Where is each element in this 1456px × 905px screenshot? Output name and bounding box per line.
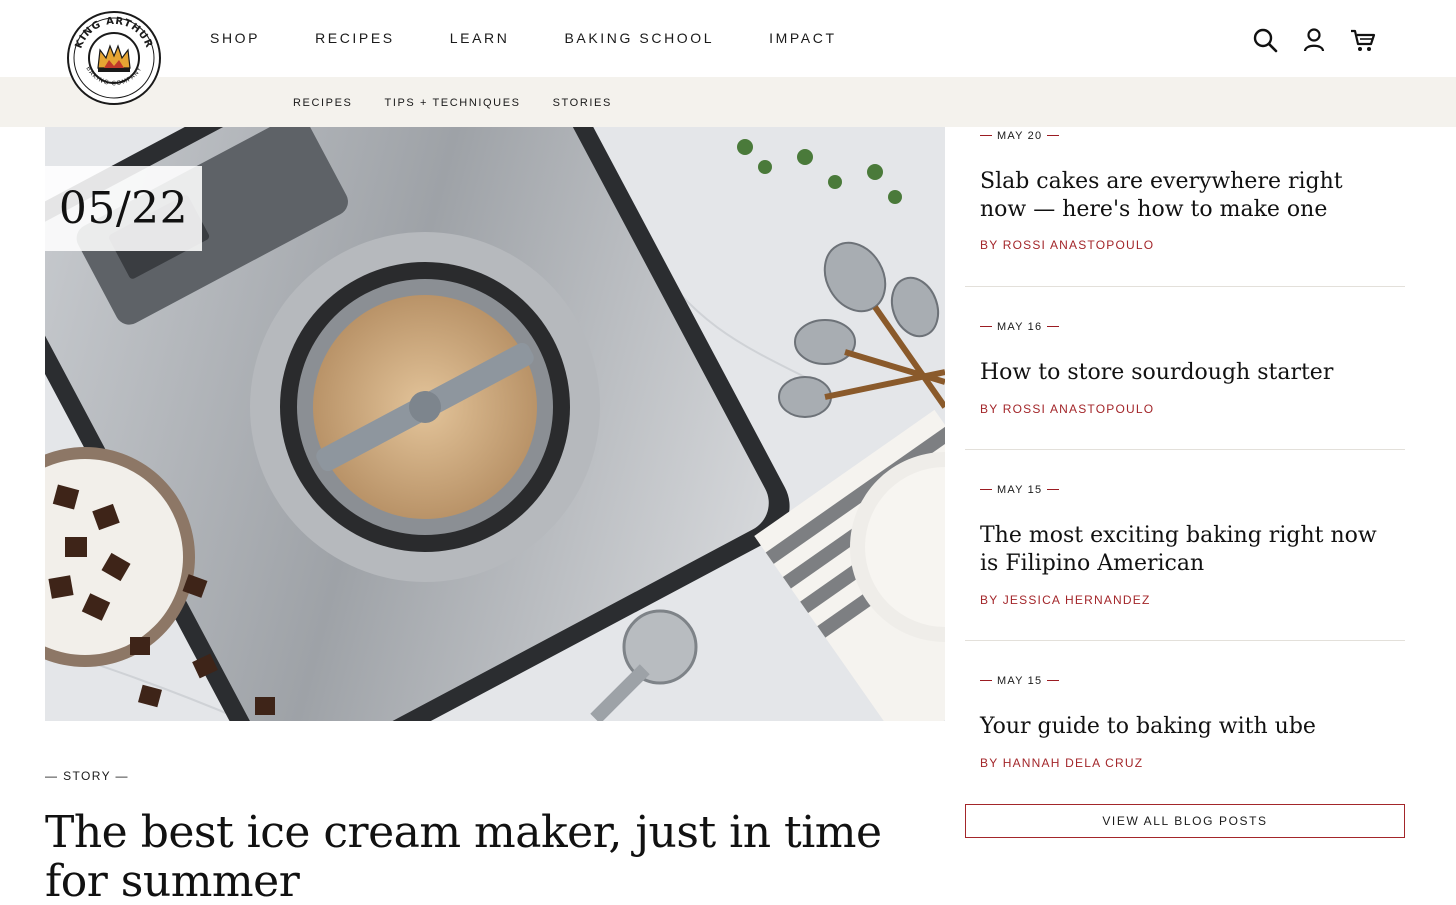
post-date: MAY 16 xyxy=(980,321,1059,333)
post-author[interactable]: BY ROSSI ANASTOPOULO xyxy=(980,402,1154,416)
featured-date: 05/22 xyxy=(58,183,189,234)
blog-post-item[interactable]: MAY 15 The most exciting baking right no… xyxy=(965,450,1405,640)
featured-date-badge: 05/22 xyxy=(45,166,202,251)
sub-header xyxy=(0,77,1456,127)
nav-learn[interactable]: LEARN xyxy=(450,30,510,46)
nav-recipes[interactable]: RECIPES xyxy=(315,30,395,46)
nav-impact[interactable]: IMPACT xyxy=(769,30,836,46)
subnav-recipes[interactable]: RECIPES xyxy=(293,97,353,109)
blog-post-item[interactable]: MAY 20 Slab cakes are everywhere right n… xyxy=(965,127,1405,287)
post-author[interactable]: BY JESSICA HERNANDEZ xyxy=(980,593,1150,607)
post-title[interactable]: Slab cakes are everywhere right now — he… xyxy=(980,168,1390,224)
post-title[interactable]: The most exciting baking right now is Fi… xyxy=(980,522,1390,578)
king-arthur-logo[interactable]: KING ARTHUR BAKING COMPANY xyxy=(64,10,164,106)
subnav-tips-techniques[interactable]: TIPS + TECHNIQUES xyxy=(385,97,521,109)
header-icons xyxy=(1250,26,1397,54)
nav-baking-school[interactable]: BAKING SCHOOL xyxy=(564,30,714,46)
cart-icon[interactable] xyxy=(1348,26,1378,54)
post-title[interactable]: How to store sourdough starter xyxy=(980,359,1390,387)
sub-nav: RECIPES TIPS + TECHNIQUES STORIES xyxy=(293,97,644,109)
account-icon[interactable] xyxy=(1299,26,1329,54)
nav-shop[interactable]: SHOP xyxy=(210,30,260,46)
post-author[interactable]: BY HANNAH DELA CRUZ xyxy=(980,756,1143,770)
view-all-blog-posts-button[interactable]: VIEW ALL BLOG POSTS xyxy=(965,804,1405,838)
post-author[interactable]: BY ROSSI ANASTOPOULO xyxy=(980,238,1154,252)
featured-story-title[interactable]: The best ice cream maker, just in time f… xyxy=(45,808,925,905)
story-tag: — STORY — xyxy=(45,769,129,783)
main-nav: SHOP RECIPES LEARN BAKING SCHOOL IMPACT xyxy=(210,30,892,46)
search-icon[interactable] xyxy=(1250,26,1280,54)
post-date: MAY 15 xyxy=(980,675,1059,687)
post-date: MAY 15 xyxy=(980,484,1059,496)
blog-post-item[interactable]: MAY 16 How to store sourdough starter BY… xyxy=(965,287,1405,449)
post-date: MAY 20 xyxy=(980,130,1059,142)
post-title[interactable]: Your guide to baking with ube xyxy=(980,713,1390,741)
subnav-stories[interactable]: STORIES xyxy=(553,97,612,109)
blog-post-item[interactable]: MAY 15 Your guide to baking with ube BY … xyxy=(965,641,1405,791)
